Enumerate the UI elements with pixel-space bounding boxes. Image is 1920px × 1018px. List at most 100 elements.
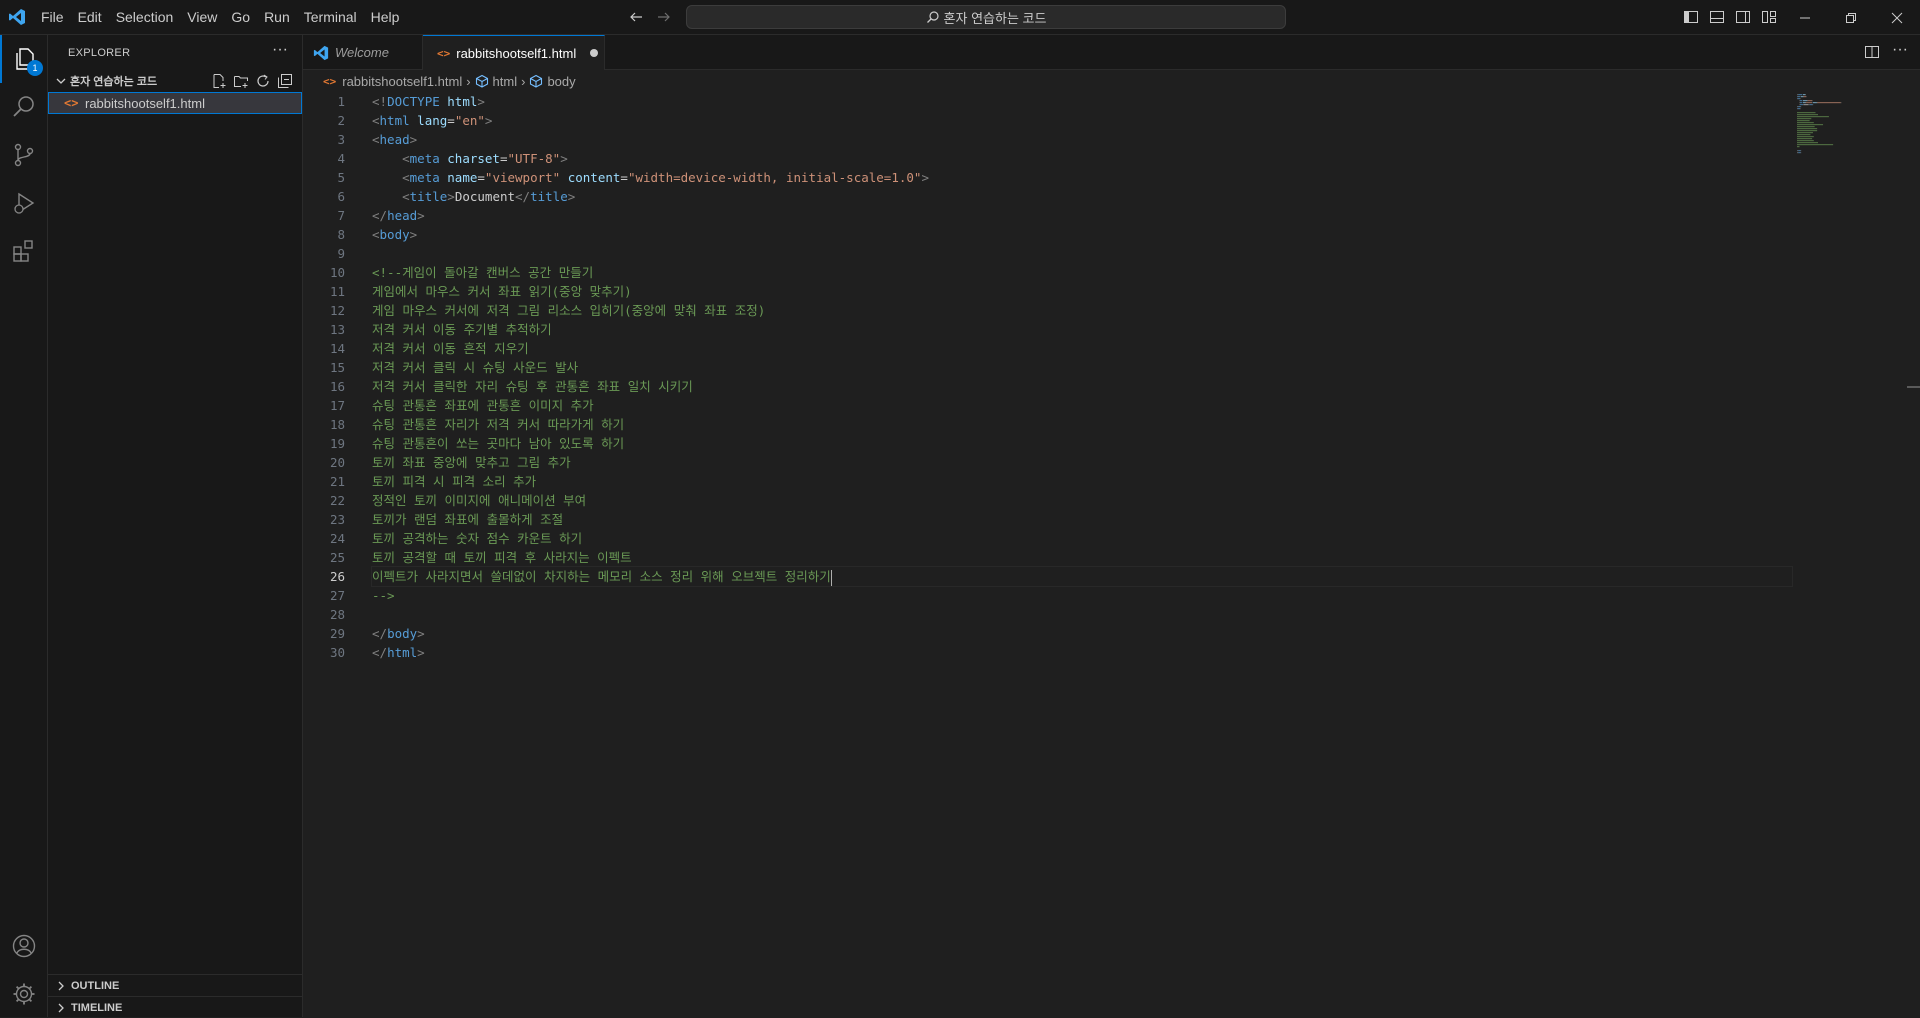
code-line[interactable]: <!DOCTYPE html> [372,92,1792,111]
code-line[interactable]: 저격 커서 이동 주기별 추적하기 [372,320,1792,339]
new-file-icon[interactable] [208,72,230,90]
minimap-line [1806,96,1807,98]
tab-rabbitshootself1[interactable]: <> rabbitshootself1.html [423,35,605,70]
editor-more-icon[interactable]: ··· [1892,42,1908,60]
code-token: 토끼 피격 시 피격 소리 추가 [372,474,537,489]
code-line[interactable]: 저격 커서 이동 흔적 지우기 [372,339,1792,358]
minimap-line [1800,104,1803,106]
accounts-activity[interactable] [0,922,48,970]
code-line[interactable]: 게임 마우스 커서에 저격 그림 리소스 입히기(중앙에 맞춰 좌표 조정) [372,301,1792,320]
scrollbar-marker[interactable] [1907,386,1920,388]
code-line[interactable]: 슈팅 관통흔 자리가 저격 커서 따라가게 하기 [372,415,1792,434]
code-token: body [379,227,410,242]
menu-terminal[interactable]: Terminal [297,0,364,35]
code-lines[interactable]: <!DOCTYPE html> <html lang="en"> <head> <m… [371,92,1793,662]
menu-run[interactable]: Run [257,0,297,35]
code-line[interactable]: 이펙트가 사라지면서 쓸데없이 차지하는 메모리 소스 정리 위해 오브젝트 정… [371,566,1793,587]
code-token: meta [409,151,440,166]
menu-help[interactable]: Help [364,0,407,35]
toggle-secondary-sidebar-icon[interactable] [1735,9,1751,25]
code-line[interactable]: </body> [372,624,1792,643]
line-number: 28 [329,607,345,622]
explorer-activity[interactable]: 1 [0,35,48,83]
title-bar: File Edit Selection View Go Run Terminal… [0,0,1920,35]
line-number: 17 [329,398,345,413]
code-line[interactable]: <body> [372,225,1792,244]
code-line[interactable]: <html lang="en"> [372,111,1792,130]
code-line[interactable]: 저격 커서 클릭한 자리 슈팅 후 관통흔 좌표 일치 시키기 [372,377,1792,396]
menu-file[interactable]: File [34,0,71,35]
minimize-window-icon[interactable] [1782,0,1828,35]
file-item[interactable]: <> rabbitshootself1.html [48,92,302,114]
line-number: 7 [337,208,345,223]
code-line[interactable]: <!--게임이 돌아갈 캔버스 공간 만들기 [372,263,1792,282]
code-line[interactable]: 슈팅 관통흔 좌표에 관통흔 이미지 추가 [372,396,1792,415]
code-line[interactable]: </head> [372,206,1792,225]
breadcrumb-html[interactable]: html [493,74,518,89]
breadcrumb-body[interactable]: body [547,74,575,89]
code-line[interactable]: 토끼 공격하는 숫자 점수 카운트 하기 [372,529,1792,548]
timeline-section[interactable]: TIMELINE [48,996,302,1018]
forward-arrow-icon[interactable] [656,9,672,25]
refresh-icon[interactable] [252,72,274,90]
minimap-line [1797,122,1814,124]
minimap-line [1800,102,1803,104]
line-number: 8 [337,227,345,242]
new-folder-icon[interactable] [230,72,252,90]
minimap-line [1808,104,1810,106]
code-line[interactable]: <title>Document</title> [372,187,1792,206]
extensions-activity[interactable] [0,227,48,275]
chevron-right-icon: › [466,73,471,89]
workspace-folder[interactable]: 혼자 연습하는 코드 [48,70,302,92]
customize-layout-icon[interactable] [1761,9,1777,25]
split-editor-icon[interactable] [1864,44,1880,60]
tab-welcome[interactable]: Welcome [303,35,423,70]
tab-label: rabbitshootself1.html [456,45,577,61]
collapse-all-icon[interactable] [274,72,296,90]
code-line[interactable]: 정적인 토끼 이미지에 애니메이션 부여 [372,491,1792,510]
code-line[interactable]: </html> [372,643,1792,662]
menu-view[interactable]: View [180,0,224,35]
code-token: lang [417,113,448,128]
code-line[interactable] [372,244,1792,263]
unsaved-dot-icon[interactable] [590,49,599,57]
code-line[interactable]: 게임에서 마우스 커서 좌표 읽기(중앙 맞추기) [372,282,1792,301]
outline-section[interactable]: OUTLINE [48,974,302,996]
close-window-icon[interactable] [1874,0,1920,35]
toggle-panel-icon[interactable] [1709,9,1725,25]
menu-go[interactable]: Go [224,0,257,35]
code-line[interactable]: 슈팅 관통흔이 쏘는 곳마다 남아 있도록 하기 [372,434,1792,453]
breadcrumb-file[interactable]: rabbitshootself1.html [342,74,462,89]
breadcrumb: <> rabbitshootself1.html › html › body [303,70,1920,92]
code-line[interactable]: 저격 커서 클릭 시 슈팅 사운드 발사 [372,358,1792,377]
minimap-line [1803,102,1806,104]
code-line[interactable]: 토끼가 랜덤 좌표에 출몰하게 조절 [372,510,1792,529]
code-line[interactable]: <head> [372,130,1792,149]
code-line[interactable]: 토끼 공격할 때 토끼 피격 후 사라지는 이펙트 [372,548,1792,567]
code-line[interactable] [372,605,1792,624]
toggle-primary-sidebar-icon[interactable] [1683,9,1699,25]
code-editor[interactable]: 1 2 3 4 5 6 7 8 9 10 11 12 13 14 15 16 17 18 19 20 21 22 23 24 2… [303,92,1920,1017]
code-line[interactable]: <meta name="viewport" content="width=dev… [372,168,1792,187]
back-arrow-icon[interactable] [628,9,644,25]
code-token: 슈팅 관통흔 자리가 저격 커서 따라가게 하기 [372,417,625,432]
code-token: 정적인 토끼 이미지에 애니메이션 부여 [372,493,587,508]
restore-window-icon[interactable] [1828,0,1874,35]
search-activity[interactable] [0,83,48,131]
run-debug-icon [11,190,37,216]
source-control-activity[interactable] [0,131,48,179]
code-line[interactable]: 토끼 피격 시 피격 소리 추가 [372,472,1792,491]
run-debug-activity[interactable] [0,179,48,227]
command-center-search[interactable]: 혼자 연습하는 코드 [686,5,1286,29]
code-line[interactable]: 토끼 좌표 중앙에 맞추고 그림 추가 [372,453,1792,472]
code-line[interactable]: <meta charset="UTF-8"> [372,149,1792,168]
manage-activity[interactable] [0,970,48,1018]
menu-selection[interactable]: Selection [109,0,181,35]
code-token: > [409,227,418,242]
code-line[interactable]: --> [372,586,1792,605]
more-actions-icon[interactable]: ··· [270,42,290,63]
source-control-icon [11,142,37,168]
minimap[interactable] [1795,92,1905,172]
menu-edit[interactable]: Edit [71,0,109,35]
